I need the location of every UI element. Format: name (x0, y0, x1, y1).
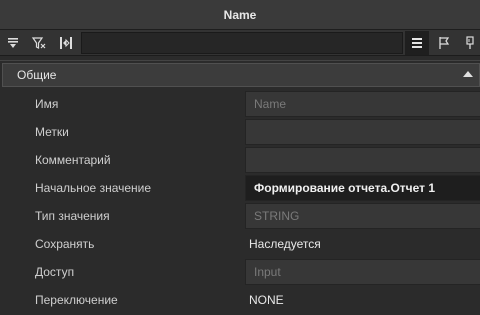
pin-icon (466, 36, 474, 49)
property-value-field[interactable] (245, 119, 480, 145)
property-name: Комментарий (35, 153, 111, 167)
property-name: Переключение (35, 293, 118, 307)
property-name: Тип значения (35, 209, 110, 223)
property-name: Сохранять (35, 237, 95, 251)
property-name: Имя (35, 97, 59, 111)
sort-down-icon (8, 38, 18, 48)
general-section: Общие Имя Name Метки Комментарий Начальное з… (0, 60, 480, 315)
property-name: Доступ (35, 265, 75, 279)
property-value-field[interactable]: Name (245, 91, 480, 117)
property-value-field[interactable]: STRING (245, 203, 480, 229)
list-view-icon (412, 38, 422, 48)
expand-button[interactable] (54, 31, 78, 55)
sort-down-button[interactable] (1, 31, 25, 55)
toolbar (0, 30, 480, 56)
property-value-field[interactable] (245, 147, 480, 173)
search-input[interactable] (81, 32, 403, 54)
property-value-field[interactable]: Формирование отчета.Отчет 1 (245, 175, 480, 201)
property-row: Метки (0, 118, 480, 146)
filter-button[interactable] (27, 31, 51, 55)
list-view-button[interactable] (405, 31, 429, 55)
property-value-field[interactable]: Наследуется (245, 231, 480, 257)
collapse-caret-icon[interactable] (463, 71, 473, 77)
title-bar: Name (0, 0, 480, 30)
property-row: Тип значения STRING (0, 202, 480, 230)
section-label: Общие (17, 68, 57, 82)
expand-icon (60, 37, 72, 49)
window-title: Name (223, 7, 257, 22)
section-header[interactable]: Общие (2, 63, 480, 87)
property-row: Имя Name (0, 90, 480, 118)
flag-button[interactable] (432, 31, 456, 55)
filter-icon (31, 37, 46, 49)
property-row: Сохранять Наследуется (0, 230, 480, 258)
property-value-field[interactable]: NONE (245, 287, 480, 313)
property-row: Комментарий (0, 146, 480, 174)
property-row: Переключение NONE (0, 286, 480, 314)
property-value-field[interactable]: Input (245, 259, 480, 285)
property-name: Начальное значение (35, 181, 152, 195)
pin-button[interactable] (458, 31, 480, 55)
property-row: Начальное значение Формирование отчета.От… (0, 174, 480, 202)
flag-icon (439, 37, 450, 49)
property-name: Метки (35, 125, 69, 139)
property-row: Доступ Input (0, 258, 480, 286)
